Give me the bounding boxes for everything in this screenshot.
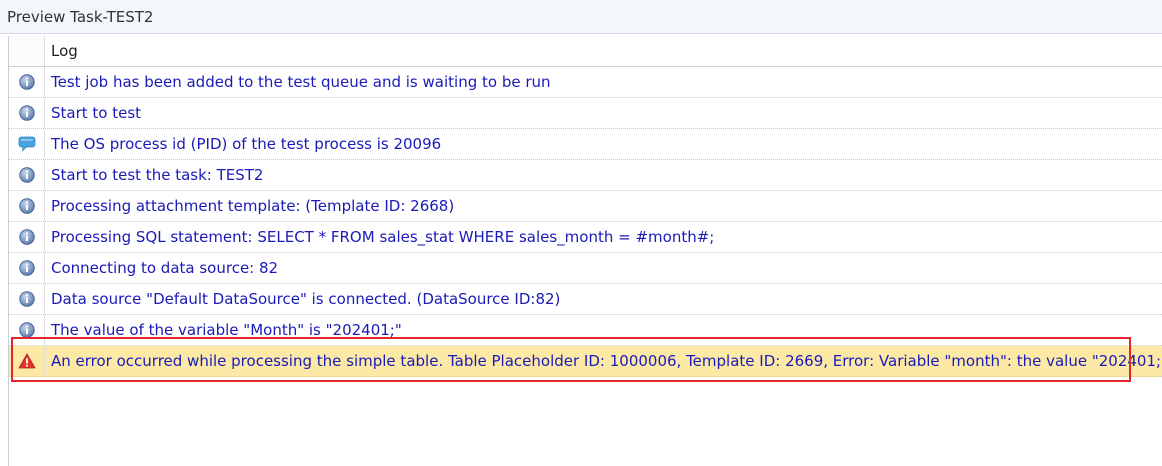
log-row[interactable]: Processing SQL statement: SELECT * FROM … [9, 222, 1162, 253]
log-message: The OS process id (PID) of the test proc… [51, 135, 442, 153]
log-row[interactable]: Processing attachment template: (Templat… [9, 191, 1162, 222]
log-row[interactable]: Data source "Default DataSource" is conn… [9, 284, 1162, 315]
log-message: Processing SQL statement: SELECT * FROM … [51, 228, 715, 246]
log-row[interactable]: The OS process id (PID) of the test proc… [9, 129, 1162, 160]
log-message: Start to test [51, 104, 142, 122]
info-icon [9, 315, 45, 345]
log-message: Start to test the task: TEST2 [51, 166, 264, 184]
info-icon [9, 222, 45, 252]
message-icon [9, 129, 45, 159]
log-grid[interactable]: Log Test job has been added to the test … [8, 36, 1162, 466]
header-icon-column [9, 36, 45, 66]
log-row[interactable]: Test job has been added to the test queu… [9, 67, 1162, 98]
log-row[interactable]: Connecting to data source: 82 [9, 253, 1162, 284]
window-title: Preview Task-TEST2 [7, 7, 154, 26]
info-icon [9, 160, 45, 190]
log-message: The value of the variable "Month" is "20… [51, 321, 402, 339]
log-row[interactable]: The value of the variable "Month" is "20… [9, 315, 1162, 346]
log-column-header[interactable]: Log [45, 36, 78, 66]
warning-icon [9, 346, 45, 376]
info-icon [9, 98, 45, 128]
log-message: Connecting to data source: 82 [51, 259, 279, 277]
window-titlebar: Preview Task-TEST2 [0, 0, 1162, 34]
log-row[interactable]: Start to test [9, 98, 1162, 129]
info-icon [9, 284, 45, 314]
log-row[interactable]: Start to test the task: TEST2 [9, 160, 1162, 191]
log-grid-header: Log [9, 36, 1162, 67]
log-rows: Test job has been added to the test queu… [9, 67, 1162, 377]
info-icon [9, 191, 45, 221]
info-icon [9, 253, 45, 283]
log-message: Test job has been added to the test queu… [51, 73, 551, 91]
log-row[interactable]: An error occurred while processing the s… [9, 346, 1162, 377]
log-message: Data source "Default DataSource" is conn… [51, 290, 561, 308]
preview-task-window: Preview Task-TEST2 Log Test job has been… [0, 0, 1162, 466]
log-message: Processing attachment template: (Templat… [51, 197, 455, 215]
log-message: An error occurred while processing the s… [51, 352, 1162, 370]
info-icon [9, 67, 45, 97]
